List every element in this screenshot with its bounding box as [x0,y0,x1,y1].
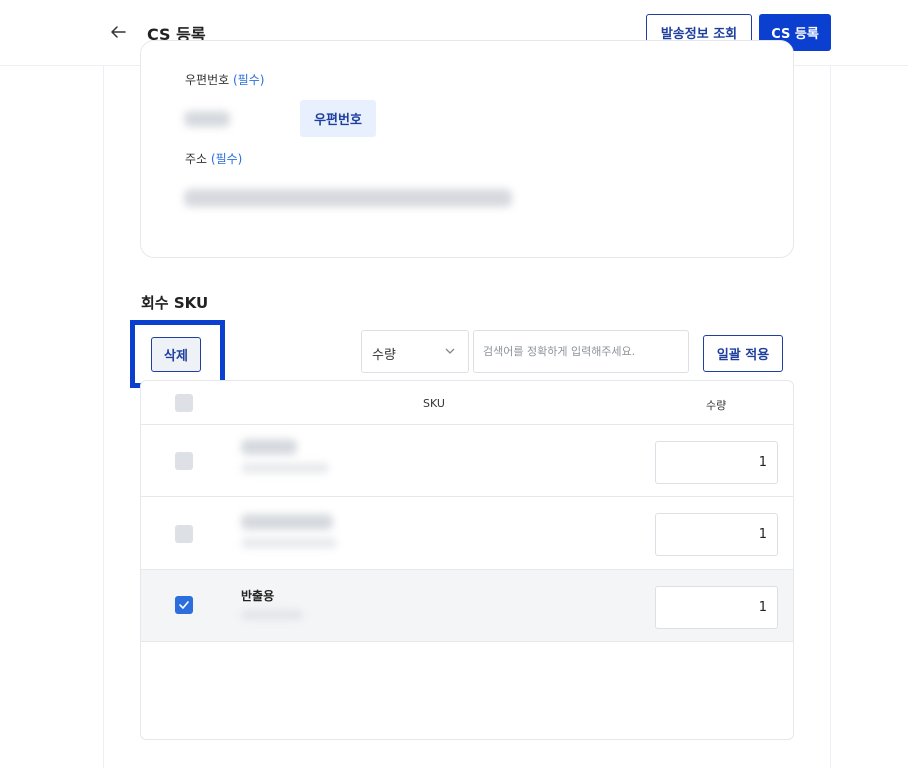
section-title: 회수 SKU [141,294,209,312]
postcode-value[interactable] [184,111,230,127]
row-checkbox[interactable] [175,596,193,614]
sku-name: 반출용 [241,589,275,603]
quantity-select[interactable]: 수량 [361,330,469,373]
row-checkbox[interactable] [175,452,193,470]
arrow-left-icon[interactable] [108,22,128,42]
quantity-input[interactable] [655,586,778,629]
select-all-checkbox[interactable] [175,394,193,412]
search-input[interactable] [473,330,689,373]
chevron-down-icon [445,348,455,354]
table-row [141,498,793,570]
column-header-quantity: 수량 [706,399,727,412]
address-label-text: 주소 [185,152,208,166]
postcode-label: 우편번호 (필수) [185,71,264,88]
quantity-input[interactable] [655,513,778,556]
address-label: 주소 (필수) [185,150,242,167]
required-marker: (필수) [233,73,265,87]
table-row: 반출용 [141,570,793,642]
table-header: SKU 수량 [141,381,793,425]
content-divider [103,66,104,768]
sku-name [241,514,333,530]
column-header-sku: SKU [423,397,445,410]
address-value [184,189,512,207]
bulk-apply-button[interactable]: 일괄 적용 [703,335,783,372]
sku-code [241,610,303,620]
select-value: 수량 [372,348,396,363]
content-divider [830,66,831,768]
required-marker: (필수) [210,152,243,166]
check-icon [179,601,189,609]
delete-button[interactable]: 삭제 [151,337,201,372]
sku-code [241,538,337,548]
sku-table: SKU 수량 반출용 [140,380,794,740]
postcode-search-button[interactable]: 우편번호 [300,100,376,137]
quantity-input[interactable] [655,441,778,484]
sku-code [241,463,329,473]
table-row [141,425,793,497]
postcode-label-text: 우편번호 [185,73,230,87]
sku-name [241,439,297,455]
row-checkbox[interactable] [175,525,193,543]
